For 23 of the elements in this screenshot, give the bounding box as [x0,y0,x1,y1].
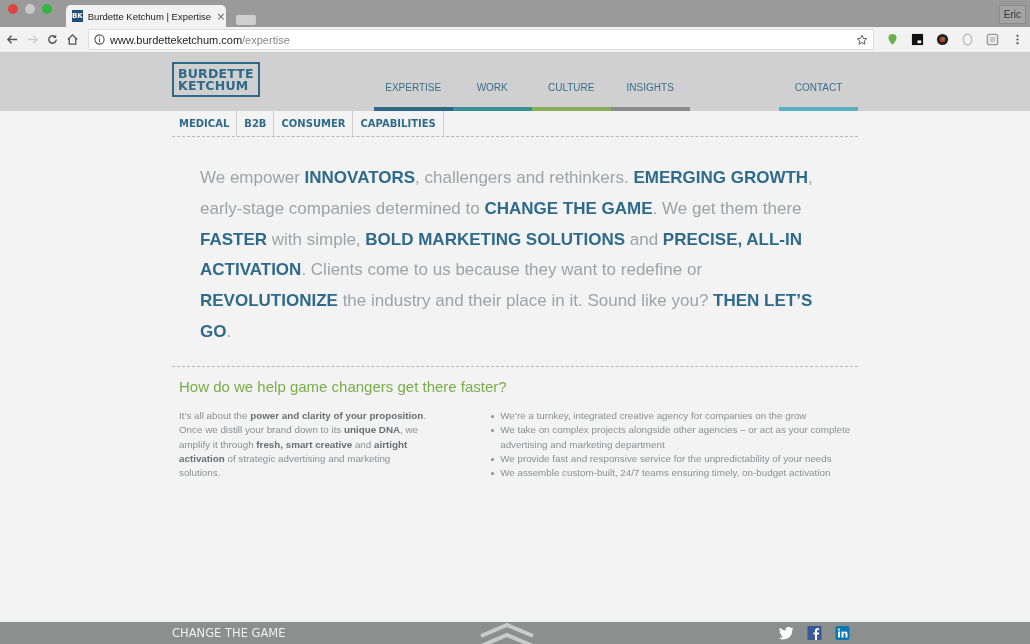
list-item: We provide fast and responsive service for the unpredictability of your needs [500,452,832,466]
section-heading: How do we help game changers get there faster? [179,377,508,395]
list-item: We take on complex projects alongside other agencies – or act as your complete advertising and marketing department [500,423,852,452]
list-item: We’re a turnkey, integrated creative agency for companies on the grow [500,408,807,423]
list-item: We assemble custom-built, 24/7 teams ensuring timely, on-budget activation [500,466,831,481]
tab-title: Burdette Ketchum | Expertise [87,10,212,22]
close-tab-button[interactable]: × [216,9,226,23]
nav-link[interactable]: INSIGHTS [610,53,690,111]
footer-tagline: CHANGE THE GAME [172,626,286,640]
profile-button[interactable]: Eric [998,5,1026,24]
logo[interactable]: BURDETTE KETCHUM [172,62,260,97]
nav-link[interactable]: EXPERTISE [373,53,453,111]
body-paragraph: It’s all about the power and clarity of your proposition. Once we distill your brand down to its unique DNA, we amplify it through fresh, smart creative and airtight activation of strategic advertising and marketing solutions. [179,408,427,481]
subnav-link[interactable]: CONSUMER [274,111,354,136]
nav-link[interactable]: CULTURE [531,53,611,111]
nav-link[interactable]: WORK [452,53,532,111]
subnav-link[interactable]: B2B [237,111,275,136]
subnav-link[interactable]: CAPABILITIES [353,111,444,136]
url-text: www.burdetteketchum.com/expertise [110,33,290,46]
address-bar[interactable]: www.burdetteketchum.com/expertise [88,29,874,50]
nav-link[interactable]: CONTACT [779,53,858,111]
subnav-link[interactable]: MEDICAL [172,111,238,136]
intro-paragraph: We empower INNOVATORS, challengers and rethinkers. EMERGING GROWTH, early-stage companies determined to CHANGE THE GAME. We get them there FASTER with simple, BOLD MARKETING SOLUTIONS and PRECISE, ALL-IN ACTIVATION. Clients come to us because they want to redefine or REVOLUTIONIZE the industry and their place in it. Sound like you? THEN LET’S GO. [172,163,858,367]
